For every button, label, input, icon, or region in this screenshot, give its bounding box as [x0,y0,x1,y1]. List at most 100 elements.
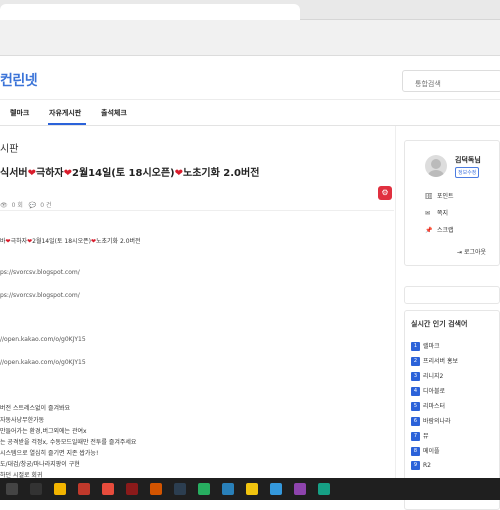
kakao-link[interactable]: //open.kakao.com/o/g0KJY15 [0,336,86,343]
popular-search-label: 렐마크 [423,343,440,350]
popular-search-item[interactable]: 4 디아블로 [411,386,445,396]
rank-badge: 4 [411,387,420,396]
post-body-line: 는 공격받을 걱정x, 수동모드일때만 전투를 즐겨주세요 [0,439,137,446]
text: 극하자 [10,238,28,245]
user-name: 김덕독님 [455,156,481,164]
popular-search-item[interactable]: 3 리니지2 [411,371,443,381]
menu-label: 쪽지 [437,210,449,217]
post-title-part: 2월14일(토 18시오픈) [72,168,175,179]
rank-badge: 1 [411,342,420,351]
point-icon: 🗄 [425,193,433,200]
search-icon[interactable] [30,483,42,495]
app-icon[interactable] [126,483,138,495]
browser-tab[interactable] [0,4,300,20]
text: 2월14일(토 18시오픈) [32,238,91,245]
start-icon[interactable] [6,483,18,495]
logout-label: 로그아웃 [463,249,487,256]
main-nav: 렐마크 자유게시판 출석체크 [0,100,500,126]
rank-badge: 3 [411,372,420,381]
app-icon[interactable] [78,483,90,495]
scrap-link[interactable]: 📌 스크랩 [425,225,454,234]
views-icon: 👁 [0,202,8,209]
views-count: 0 회 [11,202,23,209]
app-icon[interactable] [102,483,114,495]
popular-search-label: 바람의나라 [423,418,451,425]
rank-badge: 7 [411,432,420,441]
app-icon[interactable] [174,483,186,495]
popular-search-item[interactable]: 8 메이플 [411,446,440,456]
popular-search-item[interactable]: 9 R2 [411,461,431,470]
heart-icon: ❤ [27,168,36,179]
comment-icon: 💬 [28,202,37,209]
popular-search-item[interactable]: 5 리마스터 [411,401,445,411]
post-body-line: 버전 스트레스없이 즐겨봐요 [0,405,71,412]
nav-active-indicator [48,123,86,125]
popular-search-label: 리니지2 [423,373,444,380]
popular-search-label: R2 [423,462,431,469]
taskbar [0,478,500,500]
popular-search-label: 리마스터 [423,403,446,410]
popular-search-item[interactable]: 1 렐마크 [411,341,440,351]
post-body-line: 시스템으로 열심히 즐기면 지존 쌉가능! [0,450,99,457]
sidebar: 김덕독님 정보수정 🗄 포인트 ✉ 쪽지 📌 스크랩 ⇥ 로그아웃 실시간 인기 검색… [404,140,500,510]
popular-search-label: 뮤 [423,433,429,440]
popular-search-item[interactable]: 6 바람의나라 [411,416,451,426]
rank-badge: 6 [411,417,420,426]
nav-item-relmark[interactable]: 렐마크 [10,108,29,118]
app-icon[interactable] [222,483,234,495]
app-icon[interactable] [294,483,306,495]
rank-badge: 5 [411,402,420,411]
point-link[interactable]: 🗄 포인트 [425,191,454,200]
logout-button[interactable]: ⇥ 로그아웃 [457,247,486,256]
post-title-part: 극하자 [36,168,64,179]
post-meta: 👁 0 회 💬 0 건 [0,200,56,209]
app-icon[interactable] [150,483,162,495]
post-view: 시판 식서버❤극하자❤2월14일(토 18시오픈)❤노초기화 2.0버전 ⚙ 👁… [0,126,396,500]
popular-search-item[interactable]: 7뮤 [411,431,429,441]
edit-profile-button[interactable]: 정보수정 [455,167,480,178]
post-body-line: 만들어가는 환경,버그외에는 관여x [0,428,87,435]
post-body-line: 도/대검/창궁/마나라지팡이 구현 [0,461,80,468]
browser-tab-strip [0,0,500,20]
avatar [425,155,447,177]
kakao-link[interactable]: //open.kakao.com/o/g0KJY15 [0,359,86,366]
popular-search-label: 메이플 [423,448,440,455]
mail-icon: ✉ [425,210,431,217]
browser-toolbar [0,20,500,56]
logout-icon: ⇥ [457,249,464,256]
heart-icon: ❤ [63,168,72,179]
rank-badge: 8 [411,447,420,456]
app-icon[interactable] [318,483,330,495]
menu-label: 포인트 [437,193,454,200]
pin-icon: 📌 [425,227,433,234]
user-card: 김덕독님 정보수정 🗄 포인트 ✉ 쪽지 📌 스크랩 ⇥ 로그아웃 [404,140,500,266]
nav-item-free-board[interactable]: 자유게시판 [49,108,81,118]
popular-search-label: 프리서버 홍보 [423,358,459,365]
text: 노초기화 2.0버전 [95,238,141,245]
rank-badge: 2 [411,357,420,366]
app-icon[interactable] [198,483,210,495]
share-button[interactable]: ⚙ [378,186,392,200]
chat-icon[interactable] [246,483,258,495]
popular-search-title: 실시간 인기 검색어 [411,320,468,328]
empty-card [404,286,500,304]
post-body-line: 바❤극하자❤2월14일(토 18시오픈)❤노초기화 2.0버전 [0,236,141,245]
post-title-part: 노초기화 2.0버전 [183,168,260,179]
post-title: 식서버❤극하자❤2월14일(토 18시오픈)❤노초기화 2.0버전 [0,164,259,179]
message-link[interactable]: ✉ 쪽지 [425,208,448,217]
popular-search-item[interactable]: 2 프리서버 홍보 [411,356,458,366]
comment-count: 0 건 [40,202,52,209]
search-input[interactable] [403,74,500,94]
divider [0,210,394,211]
search-box[interactable] [402,70,500,94]
nav-item-attendance[interactable]: 출석체크 [101,108,127,118]
menu-label: 스크랩 [437,227,454,234]
post-title-part: 식서버 [0,168,28,179]
folder-icon[interactable] [54,483,66,495]
board-title: 시판 [0,144,19,155]
site-logo[interactable]: 컨린넷 [0,70,38,90]
blog-link[interactable]: ps://svorcsv.blogspot.com/ [0,292,80,299]
browser-icon[interactable] [270,483,282,495]
post-body-line: 자동사냥무한가동 [0,417,45,424]
blog-link[interactable]: ps://svorcsv.blogspot.com/ [0,269,80,276]
